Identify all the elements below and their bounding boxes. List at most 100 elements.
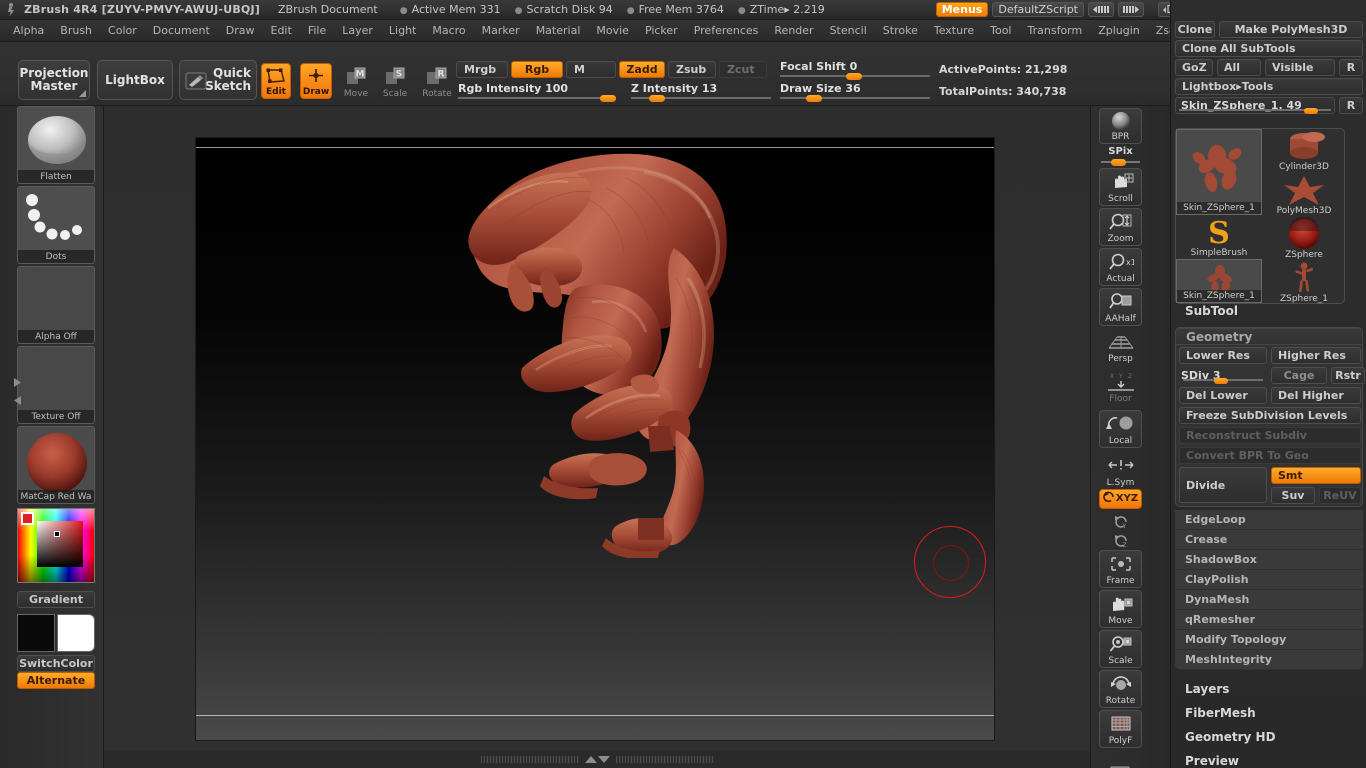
divide-button[interactable]: Divide bbox=[1179, 467, 1267, 503]
bpr-button[interactable]: BPR bbox=[1099, 108, 1142, 144]
mrgb-button[interactable]: Mrgb bbox=[456, 61, 508, 78]
menu-item-edit[interactable]: Edit bbox=[264, 21, 299, 40]
spix-slider[interactable]: SPix bbox=[1099, 146, 1142, 166]
draw-button[interactable]: Draw bbox=[300, 63, 332, 99]
z-intensity-slider[interactable]: Z Intensity 13 bbox=[631, 82, 771, 102]
sculpt-model-zsphere-skin[interactable] bbox=[426, 138, 806, 560]
zscript-name-button[interactable]: DefaultZScript bbox=[992, 2, 1084, 17]
rotate-button[interactable]: R Rotate bbox=[419, 63, 455, 101]
focal-shift-knob[interactable] bbox=[846, 73, 862, 80]
geometry-section-title[interactable]: Geometry bbox=[1175, 328, 1363, 345]
menu-item-draw[interactable]: Draw bbox=[219, 21, 262, 40]
spix-knob[interactable] bbox=[1111, 159, 1126, 166]
suv-button[interactable]: Suv bbox=[1271, 487, 1315, 504]
nav-scale-button[interactable]: Scale bbox=[1099, 630, 1142, 668]
actual-size-button[interactable]: x1 Actual bbox=[1099, 248, 1142, 286]
projection-master-dropdown-icon[interactable] bbox=[79, 90, 86, 97]
higher-res-button[interactable]: Higher Res bbox=[1271, 347, 1361, 364]
secondary-color-swatch[interactable] bbox=[57, 614, 95, 652]
lightbox-tools-button[interactable]: Lightbox▸Tools bbox=[1175, 78, 1363, 95]
tool-thumbnail-grid[interactable]: Skin_ZSphere_1 Cylinder3D PolyMesh3D S S… bbox=[1175, 128, 1345, 304]
scroll-down-icon[interactable] bbox=[597, 756, 610, 763]
menu-item-file[interactable]: File bbox=[301, 21, 333, 40]
preview-section[interactable]: Preview bbox=[1185, 754, 1239, 768]
projection-master-button[interactable]: Projection Master bbox=[18, 60, 90, 100]
menu-item-stencil[interactable]: Stencil bbox=[823, 21, 874, 40]
clone-all-subtools-button[interactable]: Clone All SubTools bbox=[1175, 40, 1363, 57]
crease-section[interactable]: Crease bbox=[1175, 530, 1363, 550]
color-picker[interactable] bbox=[17, 508, 95, 583]
tool-item-simplebrush[interactable]: S SimpleBrush bbox=[1176, 215, 1262, 259]
make-polymesh3d-button[interactable]: Make PolyMesh3D bbox=[1219, 21, 1363, 38]
tool-item-polymesh3d[interactable]: PolyMesh3D bbox=[1262, 173, 1346, 217]
tool-item-zsphere-1[interactable]: ZSphere_1 bbox=[1262, 261, 1346, 305]
tool-r-button[interactable]: R bbox=[1339, 97, 1363, 114]
shadowbox-section[interactable]: ShadowBox bbox=[1175, 550, 1363, 570]
zcut-button[interactable]: Zcut bbox=[719, 61, 767, 78]
xyz-button[interactable]: XYZ bbox=[1099, 489, 1142, 509]
zadd-button[interactable]: Zadd bbox=[619, 61, 665, 78]
scroll-up-icon[interactable] bbox=[584, 756, 597, 763]
smt-button[interactable]: Smt bbox=[1271, 467, 1361, 484]
nav-move-button[interactable]: Move bbox=[1099, 590, 1142, 628]
dynamesh-section[interactable]: DynaMesh bbox=[1175, 590, 1363, 610]
zoom-button[interactable]: Zoom bbox=[1099, 208, 1142, 246]
menu-item-tool[interactable]: Tool bbox=[983, 21, 1018, 40]
rstr-button[interactable]: Rstr bbox=[1331, 367, 1365, 384]
qremesher-section[interactable]: qRemesher bbox=[1175, 610, 1363, 630]
meshintegrity-section[interactable]: MeshIntegrity bbox=[1175, 650, 1363, 670]
m-button[interactable]: M bbox=[566, 61, 616, 78]
subtool-section-title[interactable]: SubTool bbox=[1185, 304, 1238, 318]
current-tool-knob[interactable] bbox=[1304, 108, 1318, 114]
menu-item-light[interactable]: Light bbox=[382, 21, 423, 40]
focal-shift-slider[interactable]: Focal Shift 0 bbox=[780, 60, 930, 80]
clone-button[interactable]: Clone bbox=[1175, 21, 1215, 38]
quick-sketch-button[interactable]: Quick Sketch bbox=[179, 60, 257, 100]
shelf-collapse-left-icon[interactable] bbox=[13, 390, 22, 405]
menu-item-movie[interactable]: Movie bbox=[589, 21, 636, 40]
transp-button[interactable] bbox=[1099, 752, 1142, 768]
edgeloop-section[interactable]: EdgeLoop bbox=[1175, 510, 1363, 530]
zscript-next-icon[interactable] bbox=[1118, 2, 1144, 17]
polyframe-button[interactable]: PolyF bbox=[1099, 710, 1142, 748]
material-thumbnail[interactable]: MatCap Red Wa bbox=[17, 426, 95, 504]
menu-item-transform[interactable]: Transform bbox=[1021, 21, 1090, 40]
scrollbar-arrows[interactable] bbox=[584, 756, 610, 763]
local-symmetry-button[interactable]: L.Sym bbox=[1099, 452, 1142, 490]
tool-item-skin-zsphere-1-large[interactable]: Skin_ZSphere_1 bbox=[1176, 129, 1262, 215]
rgb-intensity-knob[interactable] bbox=[600, 95, 616, 102]
shelf-expand-right-icon[interactable] bbox=[13, 372, 22, 387]
alternate-button[interactable]: Alternate bbox=[17, 672, 95, 689]
menu-item-layer[interactable]: Layer bbox=[335, 21, 380, 40]
tool-item-zsphere[interactable]: ZSphere bbox=[1262, 217, 1346, 261]
goz-visible-button[interactable]: Visible bbox=[1265, 59, 1335, 76]
lower-res-button[interactable]: Lower Res bbox=[1179, 347, 1267, 364]
aahalf-button[interactable]: AAHalf bbox=[1099, 288, 1142, 326]
frame-button[interactable]: Frame bbox=[1099, 550, 1142, 588]
canvas-area[interactable] bbox=[104, 106, 1090, 751]
rotate-z-button[interactable]: Z bbox=[1099, 530, 1142, 551]
menu-item-preferences[interactable]: Preferences bbox=[687, 21, 766, 40]
texture-thumbnail[interactable]: Texture Off bbox=[17, 346, 95, 424]
canvas-horizontal-scrollbar[interactable] bbox=[104, 751, 1090, 768]
sdiv-slider[interactable]: SDiv 3 bbox=[1179, 367, 1267, 384]
gradient-button[interactable]: Gradient bbox=[17, 591, 95, 608]
del-higher-button[interactable]: Del Higher bbox=[1271, 387, 1361, 404]
color-cursor[interactable] bbox=[54, 531, 60, 537]
scale-button[interactable]: S Scale bbox=[380, 63, 410, 101]
tool-item-cylinder3d[interactable]: Cylinder3D bbox=[1262, 129, 1346, 173]
local-button[interactable]: Local bbox=[1099, 410, 1142, 448]
rotate-y-button[interactable]: Y bbox=[1099, 511, 1142, 532]
stroke-thumbnail[interactable]: Dots bbox=[17, 186, 95, 264]
sdiv-knob[interactable] bbox=[1214, 378, 1228, 384]
menus-button[interactable]: Menus bbox=[935, 2, 989, 17]
current-tool-slider[interactable]: Skin_ZSphere_1. 49 bbox=[1175, 97, 1335, 114]
scrollbar-grip-left[interactable] bbox=[480, 756, 579, 763]
fibermesh-section[interactable]: FiberMesh bbox=[1185, 706, 1256, 720]
zscript-prev-icon[interactable] bbox=[1088, 2, 1114, 17]
menu-item-brush[interactable]: Brush bbox=[53, 21, 99, 40]
scrollbar-grip-right[interactable] bbox=[615, 756, 714, 763]
floor-button[interactable]: XYZ Floor bbox=[1099, 368, 1142, 406]
menu-item-marker[interactable]: Marker bbox=[475, 21, 527, 40]
scroll-button[interactable]: Scroll bbox=[1099, 168, 1142, 206]
